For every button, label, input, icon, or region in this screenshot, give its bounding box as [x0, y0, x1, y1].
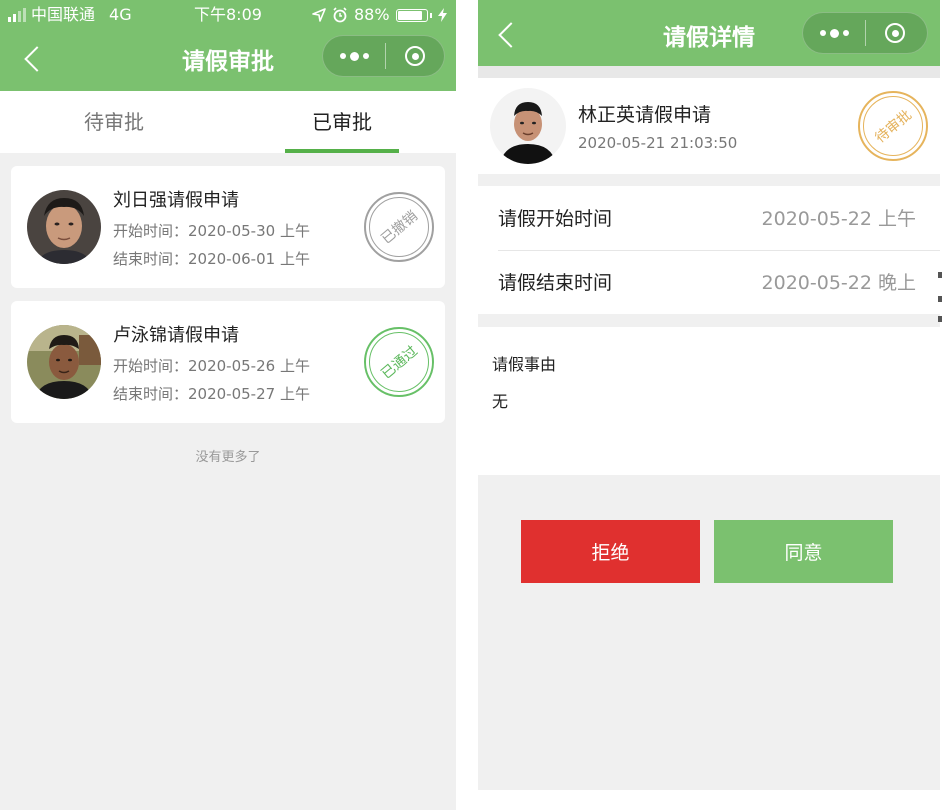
- status-time: 下午8:09: [194, 5, 262, 24]
- signal-icon: [8, 8, 26, 22]
- more-dots-icon[interactable]: [323, 51, 385, 61]
- avatar: [27, 325, 101, 399]
- battery-percent: 88%: [354, 5, 390, 24]
- avatar: [490, 88, 566, 164]
- leave-reason-section: 请假事由 无: [478, 327, 940, 475]
- start-time-value: 2020-05-22 上午: [761, 208, 916, 230]
- more-dots-icon[interactable]: [803, 28, 865, 38]
- location-icon: [312, 8, 326, 22]
- tab-approved[interactable]: 已审批: [228, 91, 456, 153]
- reject-button[interactable]: 拒绝: [521, 520, 700, 583]
- approval-list-screen: 中国联通 4G 下午8:09 88% 请假审批 待审批 已审批 刘日强请假申请 …: [0, 0, 456, 810]
- approve-button[interactable]: 同意: [714, 520, 893, 583]
- target-circle-icon: [885, 23, 905, 43]
- applicant-request-title: 林正英请假申请: [578, 104, 712, 126]
- request-title: 刘日强请假申请: [113, 190, 239, 211]
- reason-value: 无: [492, 392, 509, 411]
- header-gap: [478, 66, 940, 78]
- start-time-row: 请假开始时间 2020-05-22 上午: [498, 186, 936, 250]
- stamp-label: 已通过: [378, 343, 421, 383]
- end-time-label: 请假结束时间: [498, 272, 613, 294]
- target-circle-icon: [405, 46, 425, 66]
- status-bar-right: 88%: [312, 4, 447, 26]
- end-time-row: 请假结束时间 2020-05-22 晚上: [498, 250, 936, 314]
- edge-fragment: [938, 272, 942, 278]
- mini-program-capsule: [802, 12, 928, 54]
- screen-separator: [456, 0, 478, 810]
- close-mini-program-button[interactable]: [866, 23, 924, 43]
- list-end-notice: 没有更多了: [195, 450, 261, 465]
- tab-bar: 待审批 已审批: [0, 91, 456, 153]
- status-bar-left: 中国联通 4G: [8, 4, 132, 26]
- battery-icon: [395, 8, 428, 22]
- leave-request-card[interactable]: 刘日强请假申请 开始时间：2020-05-30 上午 结束时间：2020-06-…: [11, 166, 445, 288]
- active-tab-indicator: [285, 149, 399, 153]
- status-stamp-pending: 待审批: [858, 91, 928, 161]
- applicant-card: 林正英请假申请 2020-05-21 21:03:50 待审批: [478, 78, 940, 174]
- submitted-time: 2020-05-21 21:03:50: [578, 134, 738, 152]
- start-time-label: 请假开始时间: [498, 208, 613, 230]
- tab-pending[interactable]: 待审批: [0, 91, 228, 153]
- battery-cap: [429, 12, 432, 18]
- request-title: 卢泳锦请假申请: [113, 325, 239, 346]
- carrier-label: 中国联通: [31, 5, 96, 24]
- leave-period-section: 请假开始时间 2020-05-22 上午 请假结束时间 2020-05-22 晚…: [478, 186, 940, 314]
- leave-detail-screen: 请假详情 林正英请假申请 2020-05-21 21:03:50 待审批 请假开…: [478, 0, 940, 790]
- edge-fragment: [938, 296, 942, 302]
- request-end-time: 结束时间：2020-06-01 上午: [113, 250, 310, 268]
- top-bar: 中国联通 4G 下午8:09 88% 请假审批: [0, 0, 456, 91]
- top-bar: 请假详情: [478, 0, 940, 66]
- request-start-time: 开始时间：2020-05-30 上午: [113, 222, 310, 240]
- alarm-icon: [333, 7, 347, 23]
- request-start-time: 开始时间：2020-05-26 上午: [113, 357, 310, 375]
- status-stamp-approved: 已通过: [364, 327, 434, 397]
- stamp-label: 已撤销: [378, 208, 421, 248]
- network-label: 4G: [109, 5, 132, 24]
- edge-fragment: [938, 316, 942, 322]
- request-end-time: 结束时间：2020-05-27 上午: [113, 385, 310, 403]
- close-mini-program-button[interactable]: [386, 46, 444, 66]
- leave-request-card[interactable]: 卢泳锦请假申请 开始时间：2020-05-26 上午 结束时间：2020-05-…: [11, 301, 445, 423]
- avatar: [27, 190, 101, 264]
- reason-label: 请假事由: [492, 355, 557, 374]
- end-time-value: 2020-05-22 晚上: [761, 272, 916, 294]
- charging-icon: [437, 8, 447, 22]
- mini-program-capsule: [322, 35, 445, 77]
- stamp-label: 待审批: [872, 107, 915, 147]
- status-stamp-revoked: 已撤销: [364, 192, 434, 262]
